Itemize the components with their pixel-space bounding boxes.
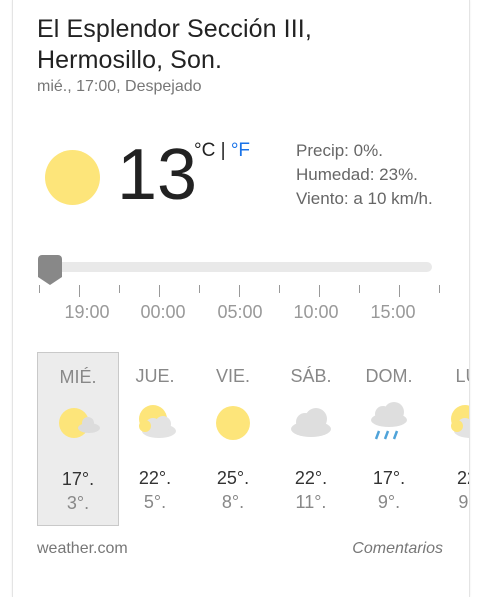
- day-name: SÁB.: [290, 366, 332, 386]
- day-low: 3°.: [66, 493, 90, 513]
- celsius-unit[interactable]: °C: [194, 140, 215, 161]
- forecast-day[interactable]: DOM. 17°. 9°.: [349, 352, 429, 524]
- timeline-tick: [319, 285, 320, 297]
- precip-text: Precip: 0%.: [296, 141, 383, 160]
- humidity-text: Humedad: 23%.: [296, 165, 418, 184]
- day-low: 8°.: [221, 492, 245, 512]
- day-low: 9°: [458, 492, 469, 512]
- date-condition: mié., 17:00, Despejado: [37, 78, 202, 95]
- current-temperature: 13: [117, 135, 198, 215]
- day-name: MIÉ.: [59, 367, 97, 387]
- timeline-label: 15:00: [370, 302, 416, 322]
- timeline-label: 05:00: [217, 302, 263, 322]
- timeline-tick: [79, 285, 80, 297]
- timeline-track[interactable]: [39, 262, 432, 272]
- day-high: 17°.: [372, 468, 406, 488]
- sun-cloud-icon: [56, 403, 100, 443]
- fahrenheit-unit[interactable]: °F: [231, 140, 250, 161]
- timeline-tick: [199, 285, 200, 293]
- day-low: 11°.: [295, 492, 327, 512]
- day-high: 22: [456, 468, 469, 488]
- day-name: VIE.: [215, 366, 250, 386]
- wind-text: Viento: a 10 km/h.: [296, 189, 433, 208]
- comments-link[interactable]: Comentarios: [352, 540, 443, 558]
- timeline-tick: [239, 285, 240, 297]
- location-title: El Esplendor Sección III, Hermosillo, So…: [37, 14, 312, 76]
- day-high: 22°.: [294, 468, 328, 488]
- unit-separator: |: [215, 140, 231, 161]
- day-high: 25°.: [216, 468, 250, 488]
- day-low: 5°.: [143, 492, 167, 512]
- weather-details: Precip: 0%. Humedad: 23%. Viento: a 10 k…: [296, 139, 433, 211]
- timeline-label: 10:00: [293, 302, 339, 322]
- timeline-tick: [279, 285, 280, 293]
- timeline-label: 00:00: [140, 302, 186, 322]
- forecast-day[interactable]: LU 22 9°: [427, 352, 469, 524]
- timeline-tick: [399, 285, 400, 297]
- day-name: DOM.: [365, 366, 413, 386]
- timeline-tick: [359, 285, 360, 293]
- timeline-tick: [39, 285, 40, 293]
- day-low: 9°.: [377, 492, 401, 512]
- day-name: LU: [455, 366, 469, 386]
- timeline-tick: [159, 285, 160, 297]
- cloudy-icon: [289, 402, 333, 442]
- location-line-2: Hermosillo, Son.: [37, 46, 222, 74]
- timeline-label: 19:00: [64, 302, 110, 322]
- forecast-day[interactable]: VIE. 25°. 8°.: [193, 352, 273, 524]
- timeline-tick: [119, 285, 120, 293]
- partly-cloudy-icon: [445, 402, 469, 442]
- partly-cloudy-icon: [133, 402, 177, 442]
- weather-card: El Esplendor Sección III, Hermosillo, So…: [12, 0, 470, 597]
- sun-icon: [45, 150, 100, 205]
- day-high: 17°.: [61, 469, 95, 489]
- location-line-1: El Esplendor Sección III,: [37, 15, 312, 43]
- unit-toggle: °C | °F: [194, 140, 250, 162]
- timeline-ticks: [39, 285, 440, 299]
- forecast-day[interactable]: MIÉ. 17°. 3°.: [37, 352, 119, 526]
- source-link[interactable]: weather.com: [37, 540, 128, 558]
- forecast-day[interactable]: JUE. 22°. 5°.: [115, 352, 195, 524]
- sun-icon: [211, 402, 255, 442]
- timeline-tick: [439, 285, 440, 293]
- rain-icon: [367, 402, 411, 442]
- timeline-handle[interactable]: [38, 255, 62, 285]
- forecast-day[interactable]: SÁB. 22°. 11°.: [271, 352, 351, 524]
- day-name: JUE.: [135, 366, 175, 386]
- day-high: 22°.: [138, 468, 172, 488]
